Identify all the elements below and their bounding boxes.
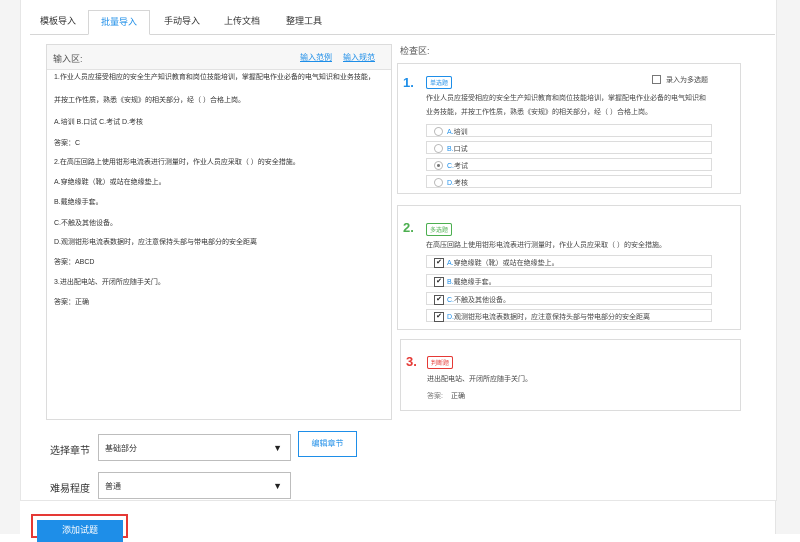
right-gutter (775, 0, 800, 534)
option-checkbox[interactable]: ✔ (434, 295, 444, 305)
question-text: 进出配电站、开闭所应随手关门。 (427, 376, 532, 383)
option-row[interactable]: ✔ C.不触及其他设备。 (426, 292, 712, 305)
option-text: B.口试 (447, 146, 468, 153)
add-question-button[interactable]: 添加试题 (37, 520, 123, 542)
question-card-judge: 3. 判断题 进出配电站、开闭所应随手关门。 答案: 正确 (400, 339, 741, 411)
input-line: A.穿绝缘鞋（靴）或站在绝缘垫上。 (54, 179, 166, 186)
radio-button[interactable] (434, 144, 443, 153)
tab-batch-import[interactable]: 批量导入 (88, 10, 150, 35)
input-line: A.培训 B.口试 C.考试 D.考核 (54, 119, 144, 126)
edit-chapter-button[interactable]: 编辑章节 (298, 431, 357, 457)
input-panel-title: 输入区: (53, 54, 83, 64)
multi-choice-badge: 多选题 (426, 223, 453, 236)
input-line: 1.作业人员应接受相应的安全生产知识教育和岗位技能培训，掌握配电作业必备的电气知… (54, 74, 375, 81)
input-line: 答案：正确 (54, 299, 89, 306)
input-line: 2.在高压回路上使用钳形电流表进行测量时，作业人员应采取（ ）的安全措施。 (54, 159, 300, 166)
option-checkbox[interactable]: ✔ (434, 312, 444, 322)
input-line: B.戴绝缘手套。 (54, 199, 103, 206)
multi-choice-label: 录入为多选题 (666, 77, 708, 84)
input-line: C.不触及其他设备。 (54, 220, 117, 227)
option-text: C.考试 (447, 163, 468, 170)
chapter-select[interactable]: 基础部分 ▼ (98, 434, 291, 461)
chevron-down-icon: ▼ (273, 443, 282, 453)
left-gutter (0, 0, 20, 534)
option-text: C.不触及其他设备。 (447, 297, 510, 304)
input-line: 答案：C (54, 140, 81, 147)
radio-button[interactable] (434, 127, 443, 136)
tab-template-import[interactable]: 模板导入 (30, 10, 86, 34)
true-false-badge: 判断题 (427, 356, 454, 369)
option-row[interactable]: ✔ A.穿绝缘鞋（靴）或站在绝缘垫上。 (426, 255, 712, 268)
option-row[interactable]: ✔ B.戴绝缘手套。 (426, 274, 712, 287)
option-row[interactable]: A.培训 (426, 124, 712, 137)
answer-value: 正确 (451, 393, 465, 400)
input-panel: 输入区: 输入范例 输入规范 1.作业人员应接受相应的安全生产知识教育和岗位技能… (46, 44, 392, 420)
answer-label: 答案: (427, 393, 443, 400)
input-line: 并按工作性质，熟悉《安规》的相关部分，经（ ）合格上岗。 (54, 97, 245, 104)
question-card-multi: 2. 多选题 在高压回路上使用钳形电流表进行测量时，作业人员应采取（ ）的安全措… (397, 205, 741, 330)
question-card-single: 1. 单选题 录入为多选题 作业人员应接受相应的安全生产知识教育和岗位技能培训，… (397, 63, 741, 194)
difficulty-value: 普通 (105, 482, 121, 491)
question-text: 作业人员应接受相应的安全生产知识教育和岗位技能培训，掌握配电作业必备的电气知识和 (426, 95, 706, 102)
option-checkbox[interactable]: ✔ (434, 258, 444, 268)
import-tabs: 模板导入 批量导入 手动导入 上传文档 整理工具 (30, 10, 775, 35)
input-example-link[interactable]: 输入范例 (300, 52, 332, 63)
option-row[interactable]: C.考试 (426, 158, 712, 171)
tab-manual-import[interactable]: 手动导入 (154, 10, 210, 34)
option-row[interactable]: ✔ D.观测钳形电流表数据时，应注意保持头部与带电部分的安全距离 (426, 309, 712, 322)
input-panel-header: 输入区: 输入范例 输入规范 (47, 45, 391, 70)
chapter-value: 基础部分 (105, 444, 137, 453)
add-question-highlight: 添加试题 (31, 514, 128, 542)
difficulty-select[interactable]: 普通 ▼ (98, 472, 291, 499)
option-checkbox[interactable]: ✔ (434, 277, 444, 287)
single-choice-badge: 单选题 (426, 76, 453, 89)
question-text: 在高压回路上使用钳形电流表进行测量时，作业人员应采取（ ）的安全措施。 (426, 242, 666, 249)
option-text: B.戴绝缘手套。 (447, 279, 496, 286)
input-line: D.观测钳形电流表数据时，应注意保持头部与带电部分的安全距离 (54, 239, 257, 246)
option-row[interactable]: B.口试 (426, 141, 712, 154)
input-textarea[interactable]: 1.作业人员应接受相应的安全生产知识教育和岗位技能培训，掌握配电作业必备的电气知… (47, 70, 391, 419)
input-rules-link[interactable]: 输入规范 (343, 52, 375, 63)
radio-button[interactable] (434, 178, 443, 187)
chapter-label: 选择章节 (50, 446, 90, 457)
radio-button[interactable] (434, 161, 443, 170)
option-text: A.培训 (447, 129, 468, 136)
difficulty-label: 难易程度 (50, 484, 90, 495)
tab-upload-document[interactable]: 上传文档 (214, 10, 270, 34)
check-panel-title: 检查区: (400, 46, 430, 56)
multi-choice-checkbox[interactable] (652, 75, 661, 84)
question-number: 2. (403, 220, 414, 235)
tab-organize-tools[interactable]: 整理工具 (273, 10, 335, 34)
question-number: 1. (403, 75, 414, 90)
option-text: D.观测钳形电流表数据时，应注意保持头部与带电部分的安全距离 (447, 314, 650, 321)
option-text: D.考核 (447, 180, 468, 187)
option-text: A.穿绝缘鞋（靴）或站在绝缘垫上。 (447, 260, 559, 267)
option-row[interactable]: D.考核 (426, 175, 712, 188)
input-line: 3.进出配电站、开闭所应随手关门。 (54, 279, 165, 286)
input-line: 答案：ABCD (54, 259, 95, 266)
chevron-down-icon: ▼ (273, 481, 282, 491)
question-number: 3. (406, 354, 417, 369)
question-text: 业务技能，并按工作性质，熟悉《安规》的相关部分，经（ ）合格上岗。 (426, 109, 652, 116)
